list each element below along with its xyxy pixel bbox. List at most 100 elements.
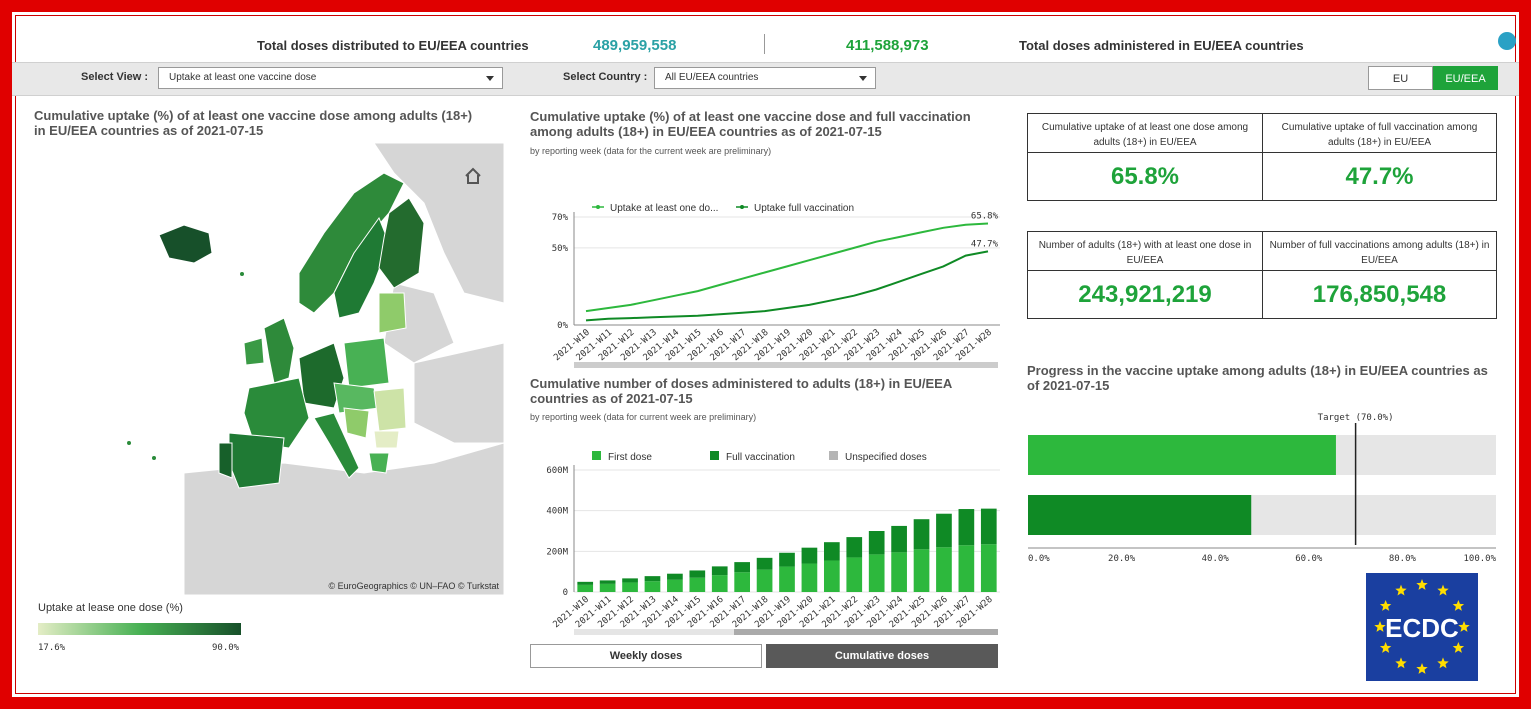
- bar-segment: [644, 581, 661, 592]
- bar-segment: [846, 557, 863, 592]
- map-ireland: [243, 337, 265, 366]
- choropleth-map[interactable]: © EuroGeographics © UN–FAO © Turkstat: [34, 143, 504, 595]
- toggle-eueea[interactable]: EU/EEA: [1433, 66, 1498, 90]
- bar-segment: [801, 547, 818, 564]
- dashboard-frame: Total doses distributed to EU/EEA countr…: [12, 12, 1519, 697]
- line-series-1: [585, 222, 989, 313]
- progress-tick-label: 40.0%: [1202, 554, 1230, 564]
- kpi-adults-value: 243,921,219: [1078, 281, 1212, 308]
- home-icon[interactable]: [464, 167, 482, 185]
- bar-segment: [711, 566, 728, 576]
- line-legend: Uptake at least one do... Uptake full vac…: [592, 203, 854, 214]
- map-poland: [343, 337, 390, 389]
- share-icon[interactable]: [1498, 32, 1516, 50]
- header-divider: [764, 34, 765, 54]
- line-legend-dot: [740, 205, 744, 209]
- chevron-down-icon: [486, 76, 494, 81]
- bar-legend-label: Full vaccination: [726, 452, 795, 463]
- line-chart: Uptake at least one do... Uptake full vac…: [552, 203, 1000, 364]
- cumulative-doses-button[interactable]: Cumulative doses: [766, 644, 998, 668]
- bar-segment: [599, 580, 616, 584]
- progress-bar-fill: [1028, 495, 1252, 535]
- line-ytick-label: 0%: [557, 321, 568, 331]
- bar-segment: [801, 563, 818, 592]
- line-chart-subtitle: by reporting week (data for the current …: [530, 146, 772, 156]
- bar-ytick-label: 200M: [546, 547, 568, 557]
- map-legend-gradient: [38, 623, 241, 635]
- select-view-label: Select View :: [81, 71, 149, 83]
- bar-segment: [823, 542, 840, 561]
- eu-star-icon: [1379, 600, 1392, 611]
- line-legend-dot: [596, 205, 600, 209]
- kpi-one-dose-value: 65.8%: [1110, 163, 1180, 190]
- kpi-full-value: 47.7%: [1345, 163, 1414, 190]
- bar-segment: [846, 537, 863, 558]
- line-series-2: [585, 250, 989, 322]
- kpi-card-adults-one-dose: Number of adults (18+) with at least one…: [1027, 231, 1263, 319]
- progress-tick-label: 20.0%: [1108, 554, 1136, 564]
- bar-segment: [980, 544, 997, 592]
- bar-ytick-label: 0: [563, 588, 568, 598]
- bar-scroll-thumb[interactable]: [734, 629, 998, 635]
- weekly-doses-button[interactable]: Weekly doses: [530, 644, 762, 668]
- bar-segment: [823, 560, 840, 592]
- map-bulgaria: [373, 430, 400, 449]
- bar-segment: [667, 573, 683, 580]
- eu-star-icon: [1452, 600, 1465, 611]
- progress-tick-label: 80.0%: [1389, 554, 1417, 564]
- bar-segment: [936, 547, 952, 592]
- bar-segment: [622, 582, 638, 592]
- progress-tick-label: 100.0%: [1463, 554, 1496, 564]
- map-spain: [228, 432, 285, 489]
- line-chart-scrollbar[interactable]: [574, 362, 998, 368]
- select-country-dropdown[interactable]: All EU/EEA countries: [654, 67, 876, 89]
- ecdc-logo: ECDC: [1366, 573, 1478, 681]
- progress-ticks: 0.0% 20.0% 40.0% 60.0% 80.0% 100.0%: [1028, 547, 1497, 564]
- eu-star-icon: [1395, 657, 1407, 669]
- map-legend-title: Uptake at lease one dose (%): [38, 602, 183, 614]
- map-legend-min: 17.6%: [38, 643, 66, 653]
- bar-segment: [868, 554, 885, 592]
- map-balkans: [343, 407, 370, 439]
- kpi-card-full-count: Number of full vaccinations among adults…: [1262, 231, 1497, 319]
- line-series: [585, 222, 989, 322]
- bar-segment: [599, 583, 616, 592]
- bar-segment: [734, 572, 751, 592]
- bar-segment: [779, 552, 795, 567]
- bar-segment: [644, 576, 661, 582]
- bar-legend-swatch: [829, 451, 838, 460]
- progress-tick-label: 0.0%: [1028, 554, 1050, 564]
- bar-segment: [891, 525, 907, 553]
- bar-segment: [868, 531, 885, 555]
- line-legend-label: Uptake at least one do...: [610, 203, 718, 214]
- bar-segment: [577, 584, 594, 592]
- bar-segment: [756, 569, 773, 592]
- bar-ytick-label: 400M: [546, 507, 568, 517]
- kpi-full-count-value: 176,850,548: [1312, 281, 1447, 308]
- map-greece: [368, 452, 390, 474]
- line-xticks: 2021-W102021-W112021-W122021-W132021-W14…: [552, 328, 994, 364]
- select-country-value: All EU/EEA countries: [665, 72, 759, 83]
- bar-segment: [958, 545, 975, 592]
- bar-chart-subtitle: by reporting week (data for current week…: [530, 412, 757, 422]
- eu-star-icon: [1395, 584, 1407, 596]
- bar-segment: [689, 577, 706, 592]
- bar-segment: [913, 519, 930, 550]
- bar-chart-scrollbar[interactable]: [574, 629, 998, 635]
- map-azores: [127, 441, 131, 445]
- distributed-label: Total doses distributed to EU/EEA countr…: [257, 38, 529, 53]
- bar-legend-label: First dose: [608, 452, 652, 463]
- bar-segment: [622, 578, 638, 583]
- bar-segment: [756, 557, 773, 570]
- select-view-dropdown[interactable]: Uptake at least one vaccine dose: [158, 67, 503, 89]
- map-baltics: [378, 292, 407, 334]
- map-attribution: © EuroGeographics © UN–FAO © Turkstat: [329, 581, 500, 591]
- bar-segment: [913, 549, 930, 592]
- progress-title: Progress in the vaccine uptake among adu…: [1027, 363, 1488, 393]
- kpi-one-dose-label: Cumulative uptake of at least one dose a…: [1028, 114, 1262, 153]
- bar-ytick-label: 600M: [546, 466, 568, 476]
- toggle-eu[interactable]: EU: [1368, 66, 1433, 90]
- map-faroe: [240, 272, 244, 276]
- bar-chart: First dose Full vaccination Unspecified do…: [546, 451, 1000, 630]
- select-view-value: Uptake at least one vaccine dose: [169, 72, 317, 83]
